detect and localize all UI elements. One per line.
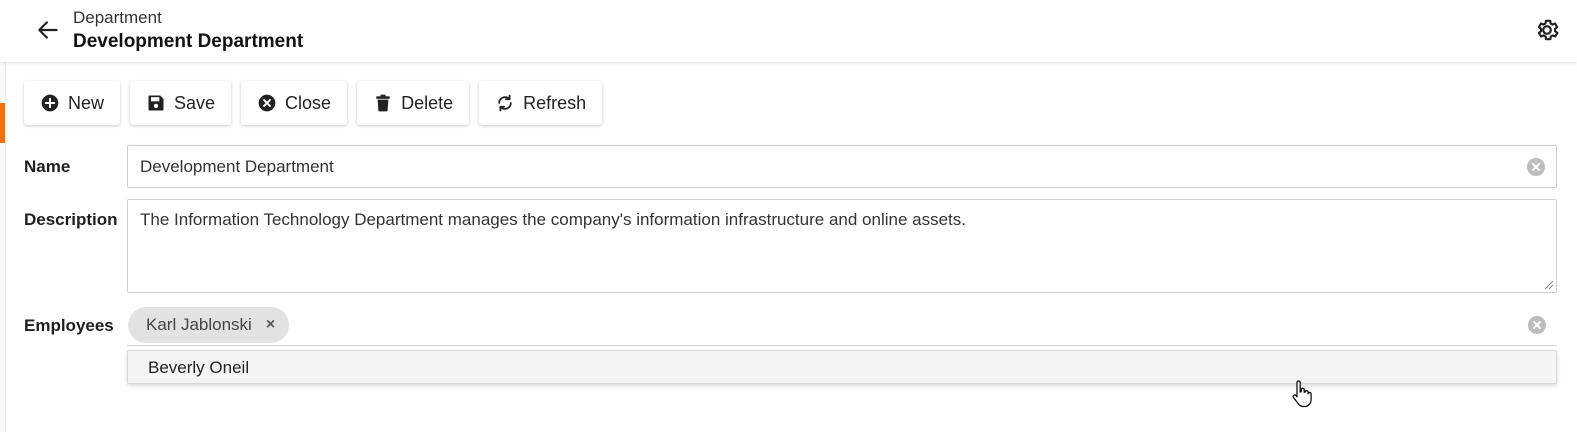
hand-cursor-icon [1292, 380, 1312, 408]
new-button-label: New [68, 92, 105, 113]
delete-button-label: Delete [401, 92, 454, 113]
page-title-block: Department Development Department [73, 8, 303, 56]
remove-chip-icon[interactable]: × [266, 316, 275, 334]
close-button[interactable]: Close [241, 81, 348, 125]
arrow-left-icon [38, 21, 58, 39]
trash-icon [376, 94, 390, 112]
new-button[interactable]: New [24, 81, 121, 125]
delete-button[interactable]: Delete [357, 81, 470, 125]
close-button-label: Close [285, 92, 332, 113]
save-icon [148, 95, 164, 111]
page-subtitle: Department [73, 8, 162, 27]
close-circle-icon [258, 94, 276, 112]
dropdown-option[interactable]: Beverly Oneil [148, 358, 249, 378]
toolbar: New Save Close Delete Refresh [24, 81, 603, 125]
refresh-icon [498, 94, 512, 112]
back-button[interactable] [34, 16, 62, 44]
employees-tag-input[interactable]: Karl Jablonski × [127, 305, 1557, 346]
gear-icon [1537, 19, 1559, 41]
save-button[interactable]: Save [130, 81, 232, 125]
employees-label: Employees [24, 316, 114, 335]
resize-handle-icon[interactable] [1544, 280, 1554, 290]
description-field-value: The Information Technology Department ma… [140, 210, 966, 229]
name-label: Name [24, 157, 71, 176]
app-header: Department Development Department [0, 0, 1577, 62]
save-button-label: Save [174, 92, 216, 113]
name-field-value: Development Department [140, 156, 334, 176]
refresh-button[interactable]: Refresh [479, 81, 603, 125]
employees-dropdown: Beverly Oneil [127, 350, 1557, 384]
clear-icon[interactable] [1527, 315, 1547, 335]
settings-button[interactable] [1533, 16, 1561, 44]
employee-chip: Karl Jablonski × [128, 307, 290, 343]
plus-circle-icon [41, 94, 59, 112]
page-title: Development Department [73, 31, 304, 52]
name-field[interactable]: Development Department [127, 145, 1557, 188]
clear-icon[interactable] [1526, 157, 1546, 177]
active-indicator [0, 103, 5, 143]
description-field[interactable]: The Information Technology Department ma… [127, 199, 1557, 293]
employee-chip-label: Karl Jablonski [146, 315, 252, 334]
refresh-button-label: Refresh [523, 92, 587, 113]
description-label: Description [24, 210, 118, 229]
